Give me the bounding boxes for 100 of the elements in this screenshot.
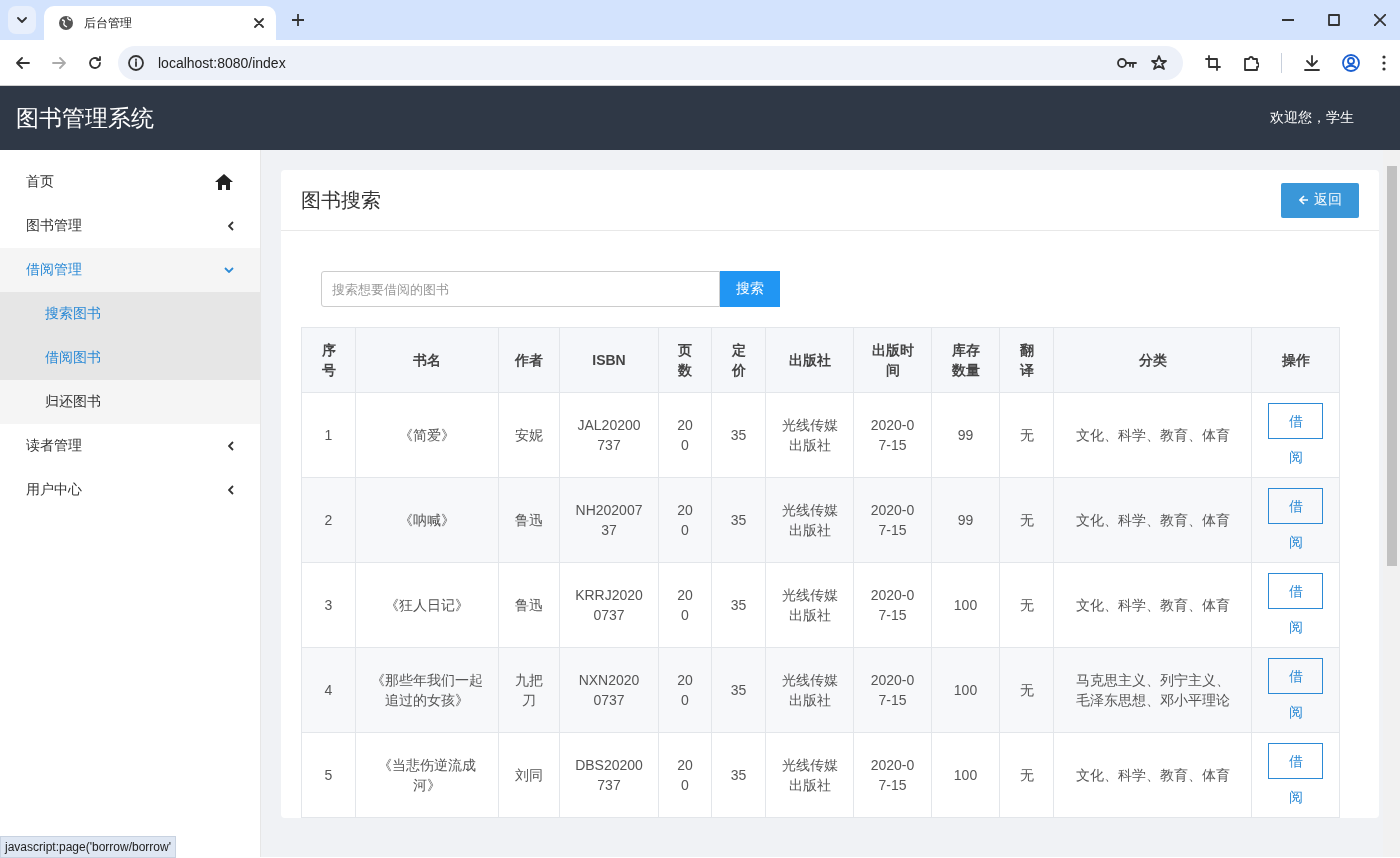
- status-url: javascript:page('borrow/borrow': [0, 836, 176, 858]
- table-cell: 4: [301, 647, 356, 733]
- table-cell: 100: [931, 647, 1000, 733]
- sidebar-item[interactable]: 用户中心: [0, 468, 260, 512]
- star-icon[interactable]: [1151, 54, 1167, 71]
- scrollbar[interactable]: [1383, 150, 1400, 857]
- home-icon: [214, 173, 234, 191]
- table-cell: 2: [301, 477, 356, 563]
- table-cell: 2020-07-15: [853, 392, 932, 478]
- table-cell: KRRJ20200737: [559, 562, 659, 648]
- column-header: 书名: [355, 327, 499, 393]
- back-button[interactable]: 返回: [1281, 182, 1359, 218]
- sidebar-item[interactable]: 借阅管理: [0, 248, 260, 292]
- table-cell: NH20200737: [559, 477, 659, 563]
- column-header: 作者: [498, 327, 560, 393]
- card-title: 图书搜索: [301, 187, 381, 213]
- sidebar-item[interactable]: 图书管理: [0, 204, 260, 248]
- table-cell: 文化、科学、教育、体育: [1053, 392, 1252, 478]
- chevron-down-icon: [224, 267, 234, 273]
- table-cell: 2020-07-15: [853, 562, 932, 648]
- column-header: 序号: [301, 327, 356, 393]
- column-header: 分类: [1053, 327, 1252, 393]
- table-cell: 5: [301, 732, 356, 818]
- table-cell: 100: [931, 732, 1000, 818]
- column-header: 出版时间: [853, 327, 932, 393]
- close-icon[interactable]: [1374, 14, 1386, 26]
- puzzle-icon[interactable]: [1243, 54, 1259, 71]
- column-header: 出版社: [765, 327, 854, 393]
- table-cell: 无: [999, 392, 1054, 478]
- table-cell: 光线传媒出版社: [765, 647, 854, 733]
- table-cell: 2020-07-15: [853, 732, 932, 818]
- table-cell: 《当悲伤逆流成河》: [355, 732, 499, 818]
- table-cell: 35: [711, 392, 766, 478]
- welcome-text: 欢迎您，学生: [1270, 109, 1354, 127]
- key-icon[interactable]: [1117, 56, 1137, 69]
- table-cell: 《简爱》: [355, 392, 499, 478]
- caret-icon: [17, 17, 27, 23]
- column-header: 操作: [1251, 327, 1340, 393]
- chevron-left-icon: [228, 221, 234, 231]
- table-cell: 《狂人日记》: [355, 562, 499, 648]
- table-cell: DBS20200737: [559, 732, 659, 818]
- back-icon[interactable]: [16, 55, 30, 70]
- table-cell: 200: [658, 562, 712, 648]
- maximize-icon[interactable]: [1328, 14, 1340, 26]
- sidebar-item[interactable]: 首页: [0, 160, 260, 204]
- table-cell: 《那些年我们一起追过的女孩》: [355, 647, 499, 733]
- reload-icon[interactable]: [88, 55, 102, 70]
- table-cell: 3: [301, 562, 356, 648]
- address-bar[interactable]: localhost:8080/index: [118, 45, 1183, 80]
- table-cell: 100: [931, 562, 1000, 648]
- table-cell: 无: [999, 732, 1054, 818]
- search-button[interactable]: 搜索: [720, 271, 780, 307]
- profile-icon[interactable]: [1342, 53, 1360, 72]
- table-cell: 99: [931, 392, 1000, 478]
- table-cell: 光线传媒出版社: [765, 392, 854, 478]
- tab-title: 后台管理: [84, 14, 133, 32]
- plus-icon[interactable]: [292, 14, 304, 26]
- sidebar-subitem[interactable]: 归还图书: [0, 380, 260, 424]
- table-cell: 1: [301, 392, 356, 478]
- table-cell: 光线传媒出版社: [765, 562, 854, 648]
- table-cell: 文化、科学、教育、体育: [1053, 477, 1252, 563]
- arrow-left-icon: [1298, 195, 1309, 205]
- table-cell: 35: [711, 647, 766, 733]
- table-cell: 99: [931, 477, 1000, 563]
- app-title: 图书管理系统: [16, 103, 154, 133]
- more-icon[interactable]: [1382, 54, 1386, 71]
- table-cell: 200: [658, 392, 712, 478]
- table-cell: 35: [711, 732, 766, 818]
- table-cell: 《呐喊》: [355, 477, 499, 563]
- globe-icon: [58, 15, 74, 31]
- table-cell: 35: [711, 477, 766, 563]
- table-cell: 安妮: [498, 392, 560, 478]
- table-cell: 无: [999, 562, 1054, 648]
- info-icon[interactable]: [128, 54, 144, 71]
- table-cell: 无: [999, 477, 1054, 563]
- tab-list-button[interactable]: [8, 6, 36, 34]
- table-cell: 马克思主义、列宁主义、毛泽东思想、邓小平理论: [1053, 647, 1252, 733]
- crop-icon[interactable]: [1205, 54, 1221, 71]
- table-cell: 2020-07-15: [853, 647, 932, 733]
- url-text: localhost:8080/index: [158, 54, 286, 71]
- sidebar-subitem[interactable]: 搜索图书: [0, 292, 260, 336]
- forward-icon: [52, 55, 66, 70]
- sidebar-item[interactable]: 读者管理: [0, 424, 260, 468]
- close-icon[interactable]: [254, 18, 264, 28]
- browser-tab[interactable]: 后台管理: [44, 6, 276, 40]
- table-cell: JAL20200737: [559, 392, 659, 478]
- search-field[interactable]: 搜索想要借阅的图书: [321, 271, 720, 307]
- table-cell: 200: [658, 477, 712, 563]
- chevron-left-icon: [228, 485, 234, 495]
- table-cell: 鲁迅: [498, 562, 560, 648]
- table-cell: NXN20200737: [559, 647, 659, 733]
- column-header: 翻译: [999, 327, 1054, 393]
- table-cell: 鲁迅: [498, 477, 560, 563]
- download-icon[interactable]: [1304, 54, 1320, 71]
- chevron-left-icon: [228, 441, 234, 451]
- sidebar-subitem[interactable]: 借阅图书: [0, 336, 260, 380]
- column-header: 库存数量: [931, 327, 1000, 393]
- table-cell: 刘同: [498, 732, 560, 818]
- table-cell: 35: [711, 562, 766, 648]
- table-cell: 2020-07-15: [853, 477, 932, 563]
